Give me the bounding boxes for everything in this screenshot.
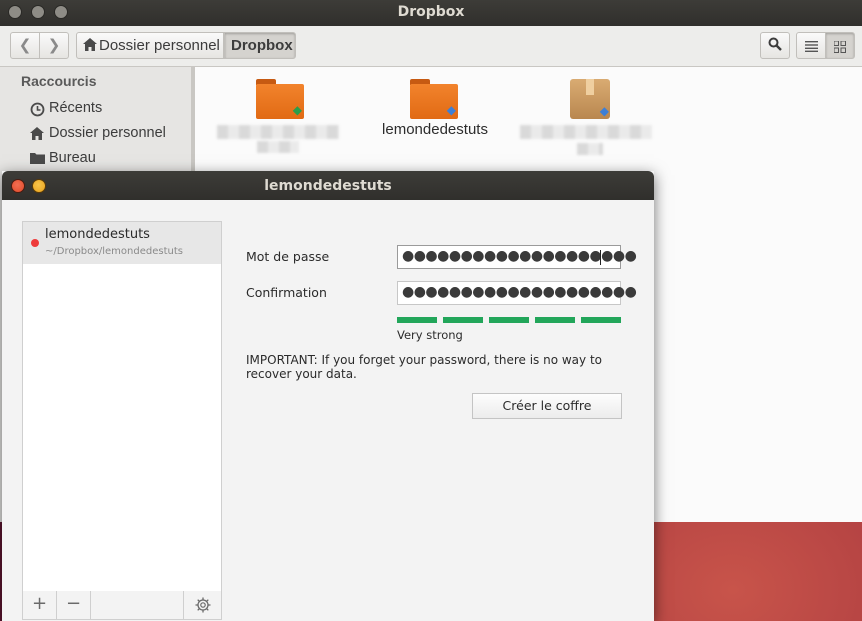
password-value: ●●●●●●●●●●●●●●●●●●●● [402, 248, 637, 264]
strength-meter-segment [397, 317, 437, 323]
breadcrumb-current[interactable]: Dropbox [224, 32, 296, 59]
file-label[interactable]: lemondedestuts [376, 121, 494, 138]
sidebar-item-label: Bureau [49, 150, 96, 166]
vault-list-item[interactable]: lemondedestuts ~/Dropbox/lemondedestuts [23, 222, 221, 264]
sidebar-heading: Raccourcis [21, 73, 97, 89]
confirmation-input[interactable]: ●●●●●●●●●●●●●●●●●●●● [397, 281, 637, 305]
add-vault-button[interactable]: + [23, 591, 57, 619]
remove-vault-button[interactable]: − [57, 591, 91, 619]
create-vault-dialog: lemondedestuts lemondedestuts ~/Dropbox/… [2, 171, 654, 621]
vault-list-toolbar: + − [22, 591, 222, 620]
chevron-right-icon: ❯ [47, 36, 61, 54]
search-button[interactable] [760, 32, 790, 59]
password-input[interactable]: ●●●●●●●●●●●●●●●●●●●● [397, 245, 637, 269]
breadcrumb-home-label: Dossier personnel [99, 37, 220, 54]
password-warning: IMPORTANT: If you forget your password, … [246, 353, 602, 381]
create-vault-button[interactable]: Créer le coffre [472, 393, 622, 419]
blurred-file-name [577, 143, 603, 155]
blurred-file-name [257, 141, 299, 153]
blurred-file-name [217, 125, 339, 139]
file-manager-toolbar: ❮ ❯ Dossier personnel Dropbox [0, 26, 862, 67]
strength-meter-segment [443, 317, 483, 323]
confirmation-label: Confirmation [246, 285, 327, 300]
dialog-title: lemondedestuts [264, 178, 392, 194]
vault-list: lemondedestuts ~/Dropbox/lemondedestuts [22, 221, 222, 593]
search-icon [761, 37, 789, 55]
back-button[interactable]: ❮ [10, 32, 40, 59]
dialog-titlebar: lemondedestuts [2, 171, 654, 200]
sidebar-item-label: Récents [49, 100, 103, 116]
sync-ok-icon: ◆ [292, 103, 302, 117]
gear-icon [195, 597, 211, 617]
folder-icon[interactable]: ◆ [410, 79, 458, 119]
strength-label: Very strong [397, 328, 463, 342]
breadcrumb-current-label: Dropbox [231, 37, 293, 54]
vault-settings-button[interactable] [183, 591, 222, 619]
vault-path: ~/Dropbox/lemondedestuts [45, 246, 183, 257]
folder-icon [30, 152, 45, 168]
window-title: Dropbox [397, 4, 465, 20]
chevron-left-icon: ❮ [18, 36, 32, 54]
clock-icon [30, 102, 45, 121]
dropbox-sync-icon: ◆ [446, 103, 456, 117]
list-view-button[interactable] [796, 32, 826, 59]
breadcrumb-home[interactable]: Dossier personnel [76, 32, 224, 59]
list-view-icon [797, 38, 825, 56]
confirmation-value: ●●●●●●●●●●●●●●●●●●●● [402, 284, 637, 300]
forward-button[interactable]: ❯ [39, 32, 69, 59]
strength-meter-segment [581, 317, 621, 323]
strength-meter-segment [535, 317, 575, 323]
file-manager-titlebar: Dropbox [0, 0, 862, 26]
package-icon[interactable]: ◆ [570, 79, 610, 119]
vault-name: lemondedestuts [45, 227, 150, 242]
home-icon [83, 38, 97, 55]
strength-meter-segment [489, 317, 529, 323]
home-icon [30, 127, 44, 144]
text-cursor [600, 250, 601, 265]
blurred-file-name [520, 125, 652, 139]
dropbox-sync-icon: ◆ [599, 104, 609, 118]
grid-view-icon [826, 39, 854, 57]
sidebar-item-label: Dossier personnel [49, 125, 166, 141]
folder-icon[interactable]: ◆ [256, 79, 304, 119]
password-label: Mot de passe [246, 249, 330, 264]
grid-view-button[interactable] [825, 32, 855, 59]
vault-status-dot [31, 239, 39, 247]
